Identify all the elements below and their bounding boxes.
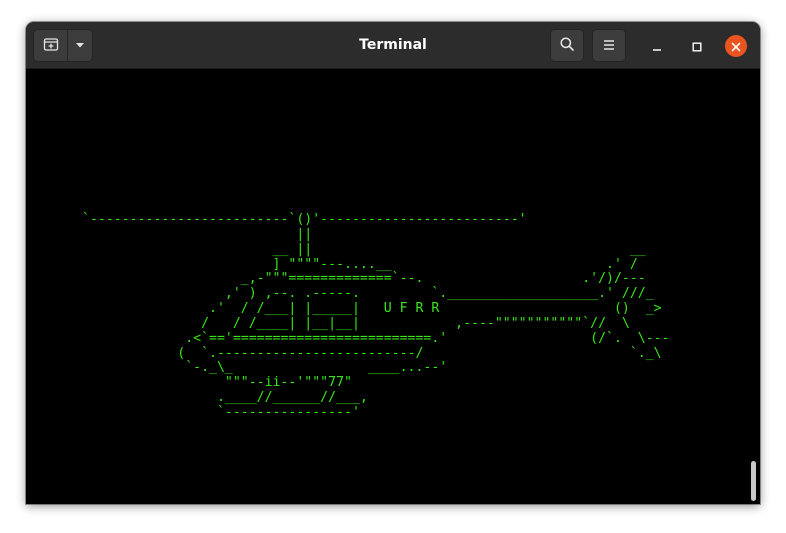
terminal-line: __ || __ — [82, 241, 646, 257]
terminal-window: Terminal `-------------------------`()'-… — [26, 22, 760, 504]
new-tab-button[interactable] — [34, 30, 68, 61]
hamburger-menu-icon — [602, 36, 616, 55]
menu-button[interactable] — [592, 29, 626, 62]
terminal-output[interactable]: `-------------------------`()'----------… — [26, 69, 760, 504]
close-icon — [731, 37, 741, 56]
terminal-line: ( `.-------------------------/ `._\ — [82, 345, 662, 361]
terminal-line: || — [82, 226, 313, 242]
terminal-line: ] """"---....__ .' / — [82, 256, 638, 272]
minimize-button[interactable] — [646, 35, 668, 57]
search-icon — [559, 36, 575, 56]
terminal-line: .____//______//___, — [82, 390, 368, 406]
terminal-line: `-------------------------`()'----------… — [82, 212, 527, 227]
terminal-line: .<`=='=========================.' (/`. \… — [82, 330, 670, 346]
maximize-button[interactable] — [686, 35, 708, 57]
terminal-line: _,-"""=============`--. .'/)/--- — [82, 271, 646, 287]
maximize-icon — [692, 37, 702, 56]
header-bar: Terminal — [26, 22, 760, 69]
terminal-line: """--ii--'"""77" — [82, 375, 352, 391]
new-tab-dropdown-button[interactable] — [68, 30, 92, 61]
ascii-art: `-------------------------`()'----------… — [82, 212, 670, 421]
terminal-line: `----------------' — [82, 404, 360, 420]
search-button[interactable] — [550, 29, 584, 62]
chevron-down-icon — [74, 36, 86, 55]
minimize-icon — [652, 37, 662, 56]
scrollbar-thumb[interactable] — [751, 461, 756, 501]
terminal-line: / / /____| |__|__| ,----"""""""""""`// \ — [82, 315, 630, 331]
terminal-line: `-._\_ ____...--' — [82, 360, 448, 376]
new-tab-split-button — [33, 29, 93, 62]
close-button[interactable] — [725, 35, 747, 57]
terminal-line: ,' ) ,--. .-----. `.___________________.… — [82, 286, 654, 302]
new-tab-icon — [43, 36, 59, 56]
terminal-line: .' / /___| |_____| U F R R () _> — [82, 301, 662, 317]
